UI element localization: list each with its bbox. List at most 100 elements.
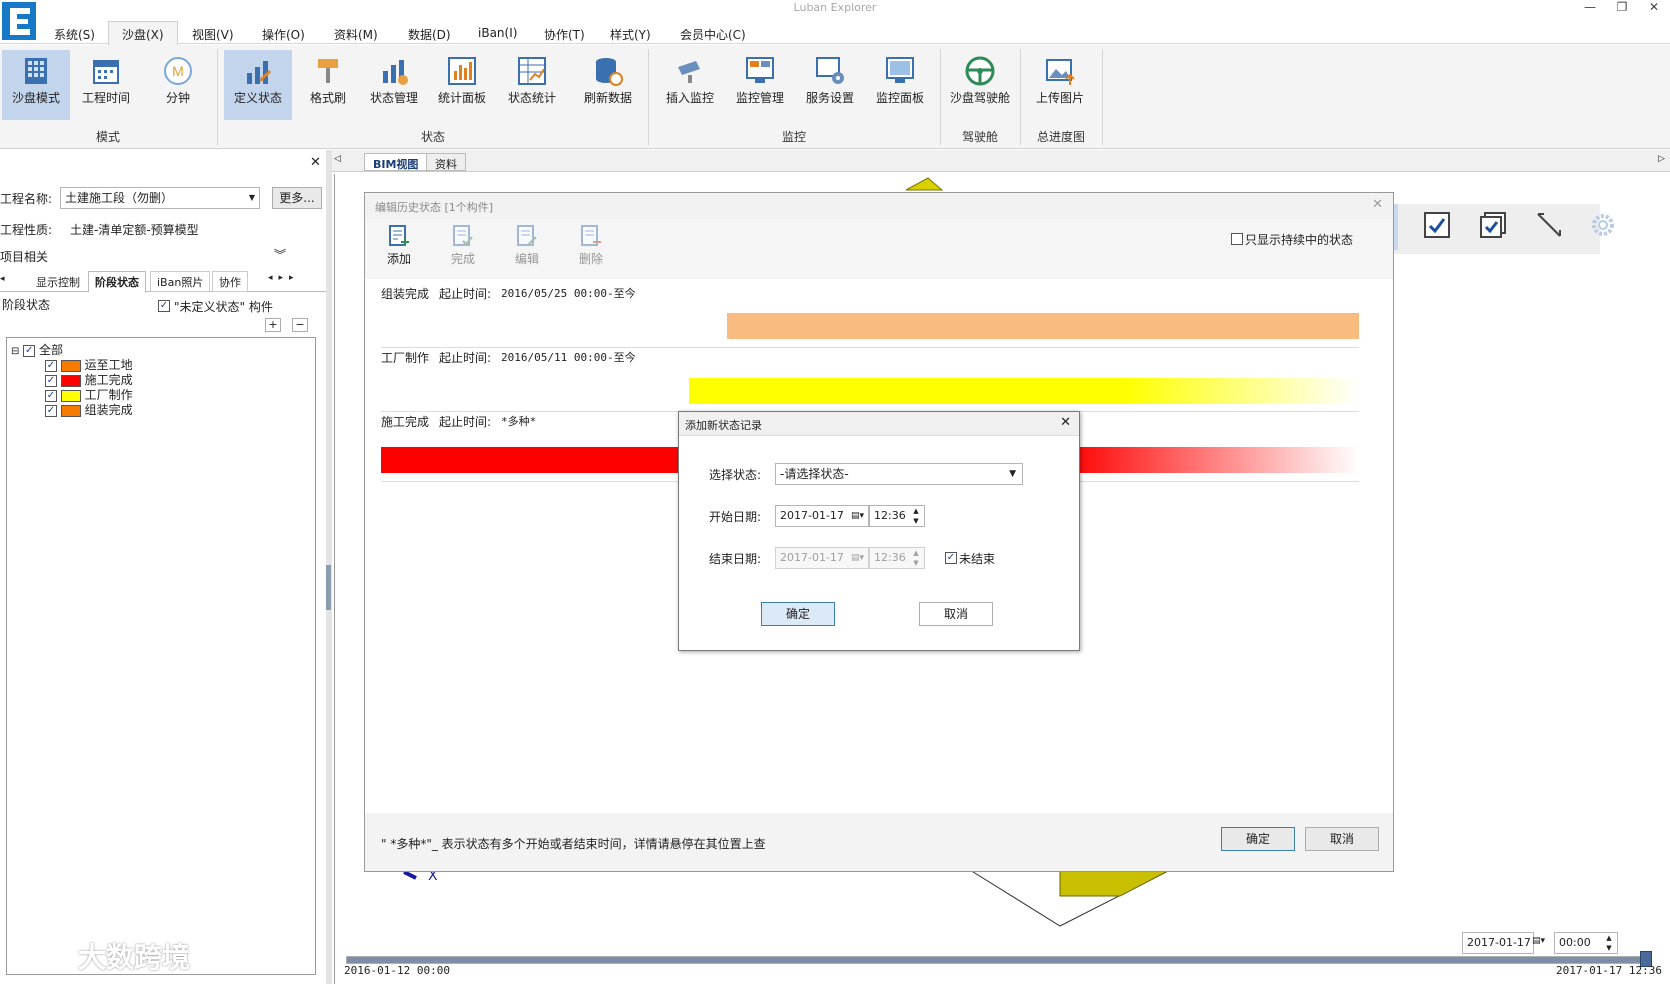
calendar-dropdown-icon[interactable]: ▤▾ bbox=[851, 548, 864, 568]
state-manage-button[interactable]: 状态管理 bbox=[360, 50, 428, 120]
tree-item-checkbox[interactable]: ✓ bbox=[45, 374, 57, 387]
tree-root[interactable]: ⊟ ✓ 全部 bbox=[11, 341, 63, 357]
doc-tab-left-icon[interactable]: ◁ bbox=[334, 154, 341, 164]
edit-tool-button[interactable]: 编辑 bbox=[507, 225, 547, 267]
upload-image-button[interactable]: 上传图片 bbox=[1026, 50, 1094, 120]
tree-item[interactable]: ✓ 运至工地 bbox=[45, 356, 133, 372]
tab-stage-state[interactable]: 阶段状态 bbox=[88, 271, 146, 293]
minute-button[interactable]: M 分钟 bbox=[144, 50, 212, 120]
state-select-value: -请选择状态- bbox=[780, 467, 849, 481]
minimize-icon[interactable]: — bbox=[1574, 0, 1606, 16]
complete-tool-button[interactable]: 完成 bbox=[443, 225, 483, 267]
tree-item[interactable]: ✓ 组装完成 bbox=[45, 401, 133, 417]
history-cancel-button[interactable]: 取消 bbox=[1305, 827, 1379, 851]
end-time-spinner[interactable]: 12:36 ▲ ▼ bbox=[869, 547, 925, 569]
restore-icon[interactable]: ❐ bbox=[1606, 0, 1638, 16]
project-name-label: 工程名称: bbox=[0, 192, 53, 206]
tree-item-label: 组装完成 bbox=[84, 403, 133, 417]
add-ok-button[interactable]: 确定 bbox=[761, 602, 835, 626]
double-chevron-down-icon[interactable]: ︾ bbox=[274, 246, 286, 263]
menu-operate[interactable]: 操作(O) bbox=[252, 24, 315, 44]
calendar-dropdown-icon[interactable]: ▤▾ bbox=[1532, 936, 1545, 946]
settings-gear-icon[interactable] bbox=[1590, 212, 1616, 238]
monitor-panel-button[interactable]: 监控面板 bbox=[866, 50, 934, 120]
menu-iban[interactable]: iBan(I) bbox=[468, 24, 527, 44]
add-tool-button[interactable]: 添加 bbox=[379, 225, 419, 267]
tab-display-control[interactable]: 显示控制 bbox=[30, 272, 86, 292]
tree-item-label: 工厂制作 bbox=[84, 388, 133, 402]
add-dialog-close-icon[interactable]: ✕ bbox=[1060, 415, 1071, 430]
tree-item[interactable]: ✓ 工厂制作 bbox=[45, 386, 133, 402]
multi-select-icon[interactable] bbox=[1478, 210, 1508, 240]
stats-panel-button[interactable]: 统计面板 bbox=[428, 50, 496, 120]
expand-all-button[interactable]: + bbox=[265, 318, 281, 332]
only-continuing-checkbox[interactable] bbox=[1231, 233, 1243, 245]
end-date-picker[interactable]: 2017-01-17 ▤▾ bbox=[775, 547, 869, 569]
collapse-all-button[interactable]: − bbox=[292, 318, 308, 332]
project-nature-value: 土建-清单定额-预算模型 bbox=[70, 223, 199, 237]
tab-collab[interactable]: 协作 bbox=[212, 271, 248, 292]
monitor-manage-button[interactable]: 监控管理 bbox=[726, 50, 794, 120]
undefined-state-checkbox[interactable]: ✓ bbox=[158, 300, 170, 312]
project-time-button[interactable]: 工程时间 bbox=[72, 50, 140, 120]
tree-item-checkbox[interactable]: ✓ bbox=[45, 359, 57, 372]
cockpit-button[interactable]: 沙盘驾驶舱 bbox=[944, 50, 1016, 120]
tree-item-checkbox[interactable]: ✓ bbox=[45, 404, 57, 417]
record-timeline-bar[interactable] bbox=[727, 313, 1359, 339]
not-ended-checkbox[interactable]: ✓ bbox=[945, 552, 957, 564]
spinner-arrows-icon[interactable]: ▲ ▼ bbox=[910, 506, 922, 526]
tab-bim-view[interactable]: BIM视图 bbox=[364, 153, 428, 171]
doc-tab-right-icon[interactable]: ▷ bbox=[1658, 154, 1665, 164]
format-brush-button[interactable]: 格式刷 bbox=[294, 50, 362, 120]
calendar-dropdown-icon[interactable]: ▤▾ bbox=[851, 506, 864, 526]
title-bar: Luban Explorer — ❐ ✕ bbox=[0, 0, 1670, 18]
spinner-arrows-icon[interactable]: ▲ ▼ bbox=[1603, 933, 1615, 953]
tab-material[interactable]: 资料 bbox=[426, 153, 466, 171]
tree-item[interactable]: ✓ 施工完成 bbox=[45, 371, 133, 387]
history-ok-button[interactable]: 确定 bbox=[1221, 827, 1295, 851]
more-button[interactable]: 更多... bbox=[272, 187, 322, 209]
menu-view[interactable]: 视图(V) bbox=[182, 24, 244, 44]
monitor-panel-label: 监控面板 bbox=[875, 91, 924, 105]
start-time-spinner[interactable]: 12:36 ▲ ▼ bbox=[869, 505, 925, 527]
insert-monitor-button[interactable]: 插入监控 bbox=[656, 50, 724, 120]
tree-root-checkbox[interactable]: ✓ bbox=[23, 344, 36, 357]
svg-text:M: M bbox=[172, 63, 184, 79]
menu-sandbox[interactable]: 沙盘(X) bbox=[112, 24, 174, 44]
start-date-picker[interactable]: 2017-01-17 ▤▾ bbox=[775, 505, 869, 527]
group-mode-label: 模式 bbox=[95, 130, 120, 144]
define-state-button[interactable]: 定义状态 bbox=[224, 50, 292, 120]
menu-style[interactable]: 样式(Y) bbox=[600, 24, 661, 44]
sandbox-mode-button[interactable]: 沙盘模式 bbox=[2, 50, 70, 120]
add-cancel-button[interactable]: 取消 bbox=[919, 602, 993, 626]
service-settings-button[interactable]: 服务设置 bbox=[796, 50, 864, 120]
timeline-track[interactable] bbox=[346, 956, 1646, 964]
history-dialog-title: 编辑历史状态 [1个构件] bbox=[375, 201, 494, 214]
tree-item-checkbox[interactable]: ✓ bbox=[45, 389, 57, 402]
history-close-icon[interactable]: ✕ bbox=[1372, 197, 1383, 212]
menu-system[interactable]: 系统(S) bbox=[44, 24, 105, 44]
state-stats-button[interactable]: 状态统计 bbox=[498, 50, 566, 120]
state-select[interactable]: -请选择状态- ▼ bbox=[775, 463, 1023, 485]
refresh-data-button[interactable]: 刷新数据 bbox=[574, 50, 642, 120]
menu-collab[interactable]: 协作(T) bbox=[534, 24, 595, 44]
timeline-time-spinner[interactable]: 00:00 ▲ ▼ bbox=[1554, 932, 1618, 954]
tree-collapse-icon[interactable]: ⊟ bbox=[11, 346, 19, 357]
splitter-handle[interactable] bbox=[326, 565, 331, 610]
tab-iban-photos[interactable]: iBan照片 bbox=[150, 271, 211, 292]
select-check-icon[interactable] bbox=[1422, 210, 1452, 240]
tree-item-color-swatch bbox=[60, 359, 81, 372]
tab-scroll-left-icon[interactable]: ◂ bbox=[0, 274, 5, 284]
close-icon[interactable]: ✕ bbox=[1638, 0, 1670, 16]
record-timeline-bar[interactable] bbox=[689, 378, 1359, 404]
menu-material[interactable]: 资料(M) bbox=[324, 24, 388, 44]
delete-tool-button[interactable]: 删除 bbox=[571, 225, 611, 267]
close-panel-icon[interactable]: ✕ bbox=[310, 155, 321, 170]
spinner-arrows-icon[interactable]: ▲ ▼ bbox=[910, 548, 922, 568]
measure-line-icon[interactable] bbox=[1534, 210, 1564, 240]
tab-nav-icons[interactable]: ◂▸▸ bbox=[268, 273, 300, 283]
project-name-select[interactable]: 土建施工段（勿删） ▼ bbox=[60, 187, 260, 209]
menu-member[interactable]: 会员中心(C) bbox=[670, 24, 756, 44]
timeline-date-picker[interactable]: 2017-01-17 bbox=[1462, 932, 1534, 954]
menu-data[interactable]: 数据(D) bbox=[398, 24, 461, 44]
